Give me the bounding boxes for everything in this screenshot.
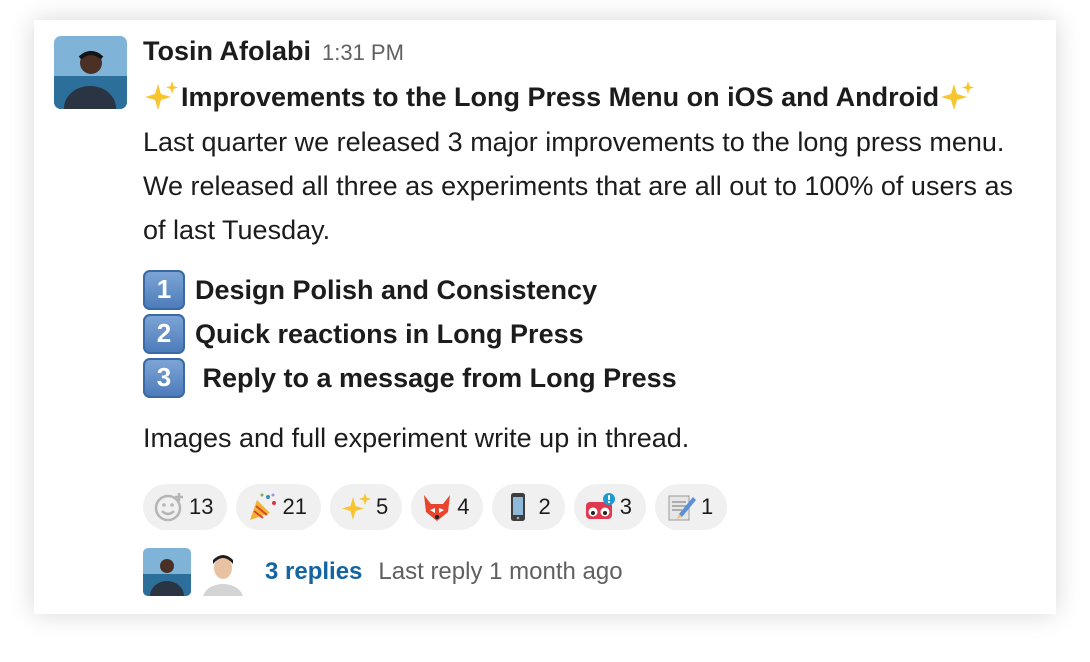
message-title-text: Improvements to the Long Press Menu on i…: [181, 82, 940, 112]
sparkles-icon: [941, 81, 975, 110]
list-item: 2 Quick reactions in Long Press: [143, 312, 1036, 356]
message-footer: Images and full experiment write up in t…: [143, 423, 690, 453]
timestamp[interactable]: 1:31 PM: [322, 40, 404, 66]
message-title: Improvements to the Long Press Menu on i…: [143, 78, 1036, 116]
sparkles-icon: [145, 81, 178, 110]
add-reaction-icon: [154, 493, 183, 522]
replies-link[interactable]: 3 replies: [265, 558, 362, 586]
reaction-count: 5: [375, 494, 389, 519]
reaction-count: 13: [189, 494, 214, 519]
reply-avatar: [199, 548, 247, 596]
sparkles-icon: [341, 493, 371, 520]
reaction-count: 3: [619, 494, 632, 519]
keycap-three-icon: 3: [143, 358, 185, 398]
thread-summary[interactable]: 3 replies Last reply 1 month ago: [143, 548, 623, 596]
reaction-count: 4: [457, 494, 470, 519]
keycap-one-icon: 1: [143, 270, 185, 310]
improvement-list: 1 Design Polish and Consistency 2 Quick …: [143, 268, 1036, 400]
reaction-count: 1: [700, 494, 714, 519]
message-card: Tosin Afolabi 1:31 PM Improvements to th…: [34, 20, 1056, 614]
message-body: Last quarter we released 3 major improve…: [143, 127, 1013, 245]
list-item: 3 Reply to a message from Long Press: [143, 356, 1036, 400]
keycap-two-icon: 2: [143, 314, 185, 354]
fox-icon: [424, 495, 451, 521]
last-reply-text: Last reply 1 month ago: [378, 558, 623, 585]
reaction-pill[interactable]: 2: [492, 484, 565, 530]
mobile-phone-icon: [511, 493, 526, 521]
keycap-number: 3: [156, 362, 172, 392]
reaction-pill[interactable]: 21: [236, 484, 321, 530]
memo-icon: [668, 495, 696, 521]
reaction-bar: 13 21 5 4 2 3 1: [143, 484, 1036, 530]
keycap-number: 2: [156, 318, 172, 348]
reaction-pill[interactable]: 4: [411, 484, 484, 530]
list-item-text: Reply to a message from Long Press: [195, 362, 677, 393]
reaction-count: 21: [282, 494, 307, 519]
list-item-text: Quick reactions in Long Press: [195, 318, 584, 349]
reaction-count: 2: [538, 494, 551, 519]
reaction-pill[interactable]: 13: [143, 484, 228, 530]
reaction-pill[interactable]: 3: [573, 484, 646, 530]
reply-avatar: [143, 548, 191, 596]
reaction-pill[interactable]: 5: [329, 484, 403, 530]
notification-eyes-icon: [585, 493, 615, 519]
author-avatar[interactable]: [54, 36, 127, 109]
reaction-pill[interactable]: 1: [654, 484, 728, 530]
author-name[interactable]: Tosin Afolabi: [143, 36, 311, 67]
party-popper-icon: [250, 493, 277, 520]
list-item-text: Design Polish and Consistency: [195, 274, 598, 305]
keycap-number: 1: [156, 274, 172, 304]
list-item: 1 Design Polish and Consistency: [143, 268, 1036, 312]
